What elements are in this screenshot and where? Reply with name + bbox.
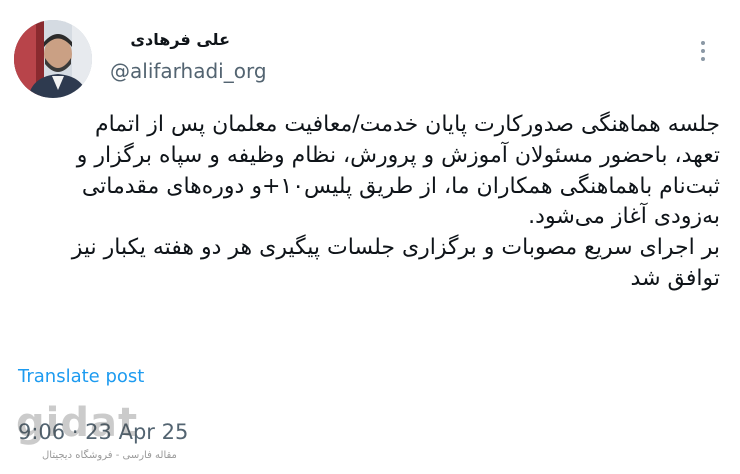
more-dot	[701, 41, 705, 45]
tweet-line: ثبت‌نام باهماهنگی همکاران ما، از طریق پل…	[81, 173, 720, 199]
author-display-name[interactable]: علی فرهادی	[110, 30, 230, 49]
tweet-line: بر اجرای سریع مصوبات و برگزاری جلسات پیگ…	[71, 235, 720, 261]
author-handle[interactable]: @alifarhadi_org	[110, 59, 267, 83]
tweet-line: تعهد، باحضور مسئولان آموزش و پرورش، نظام…	[76, 142, 720, 168]
tweet-line: جلسه هماهنگی صدورکارت پایان خدمت/معافیت …	[94, 112, 720, 137]
more-options-icon[interactable]	[690, 34, 716, 68]
avatar[interactable]	[14, 20, 92, 98]
tweet-line: به‌زودی آغاز می‌شود.	[528, 204, 720, 230]
watermark-tagline: مقاله فارسی - فروشگاه دیجیتال	[42, 450, 177, 461]
more-dot	[701, 57, 705, 61]
translate-post-link[interactable]: Translate post	[18, 366, 144, 387]
tweet-line: توافق شد	[630, 265, 720, 291]
post-timestamp[interactable]: 9:06 · 23 Apr 25	[18, 420, 188, 444]
avatar-photo	[14, 20, 92, 98]
tweet-text: جلسه هماهنگی صدورکارت پایان خدمت/معافیت …	[20, 110, 720, 295]
more-dot	[701, 49, 705, 53]
